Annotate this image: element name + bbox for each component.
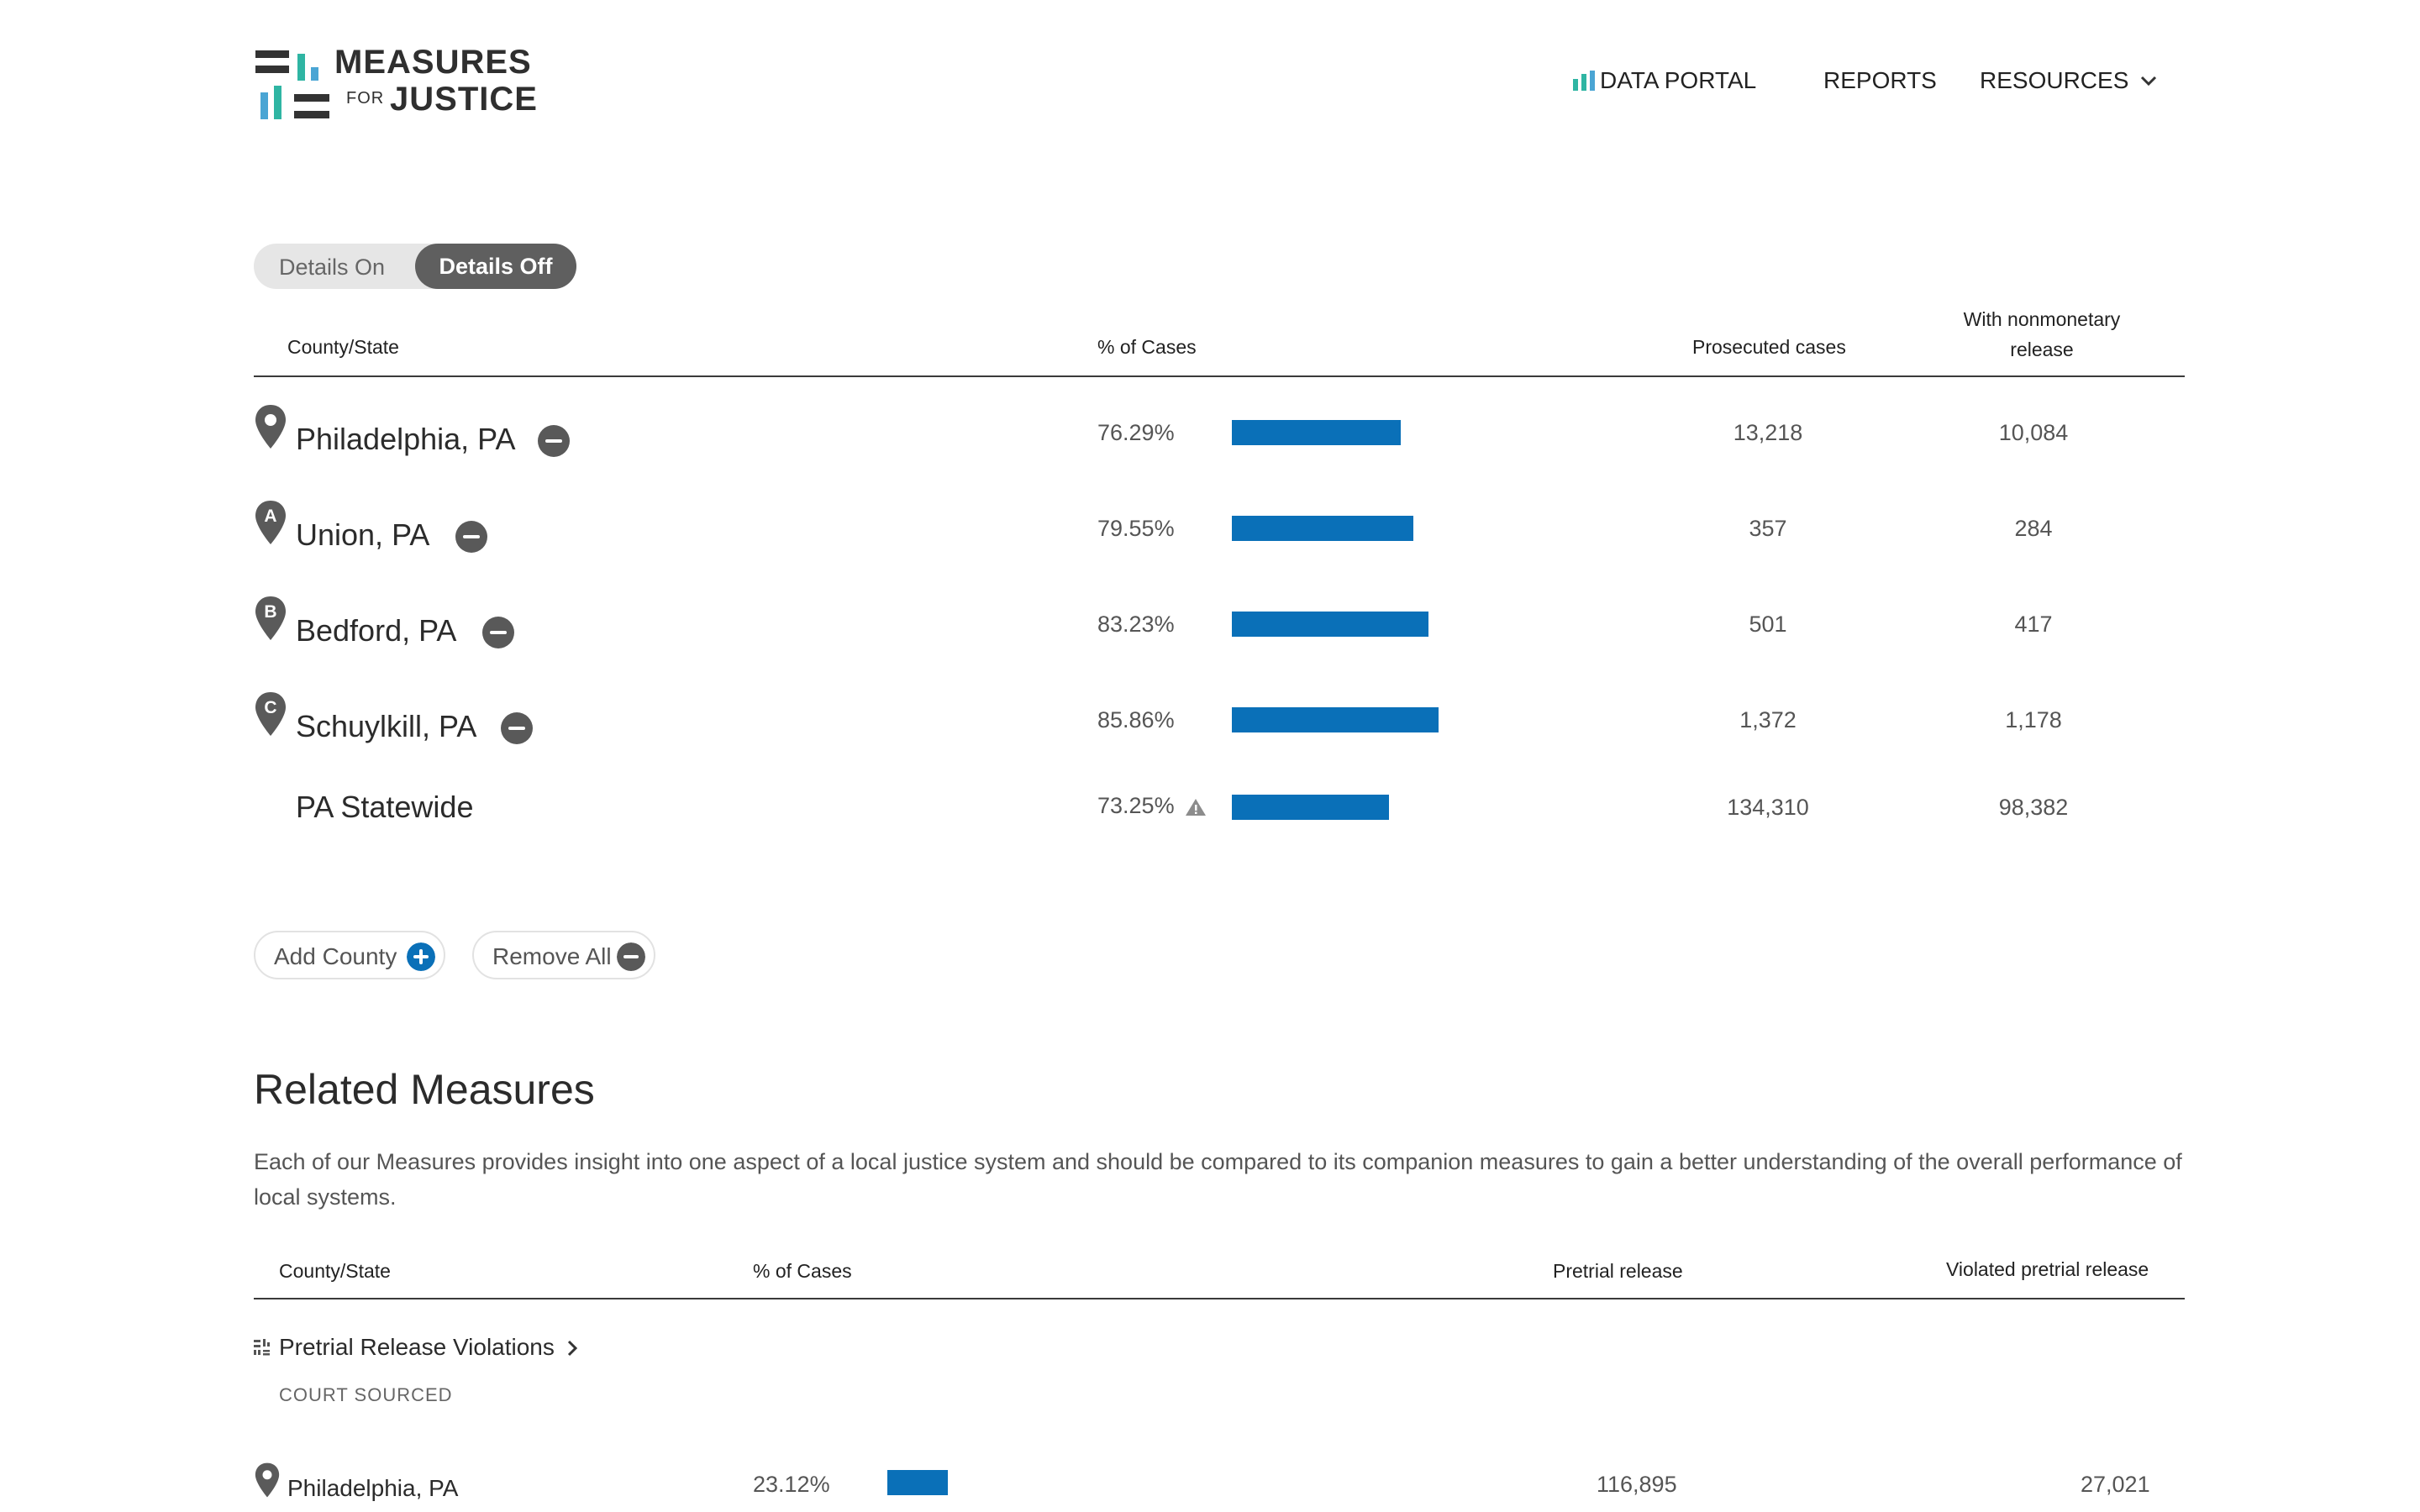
prosecuted-value: 1,372 (1739, 707, 1797, 732)
nonmonetary-value: 10,084 (1998, 420, 2069, 445)
logo-for: FOR (346, 89, 385, 108)
county-name: Bedford, PA (296, 613, 457, 648)
nav-reports[interactable]: REPORTS (1823, 67, 1937, 94)
col-nonmonetary-line2: release (2010, 339, 2074, 360)
prosecuted-value: 134,310 (1727, 795, 1809, 820)
col-nonmonetary-release: With nonmonetary release (1933, 304, 2151, 365)
col-prosecuted-cases: Prosecuted cases (1692, 336, 1846, 358)
col-nonmonetary-line1: With nonmonetary (1963, 308, 2121, 330)
pin-letter: C (264, 698, 276, 717)
nonmonetary-value: 98,382 (1998, 795, 2069, 820)
remove-county-icon[interactable] (482, 617, 514, 648)
chevron-right-icon[interactable] (566, 1339, 578, 1357)
pretrial-value: 116,895 (1597, 1472, 1677, 1497)
remove-county-icon[interactable] (538, 425, 570, 457)
add-county-button[interactable]: Add County (254, 931, 445, 979)
prosecuted-value: 357 (1749, 516, 1787, 541)
measure-link-pretrial-violations[interactable]: Pretrial Release Violations (279, 1334, 555, 1361)
pct-value: 23.12% (753, 1472, 830, 1497)
related-measures-heading: Related Measures (254, 1066, 595, 1113)
nonmonetary-value: 1,178 (2005, 707, 2062, 732)
nav-data-portal[interactable]: DATA PORTAL (1600, 67, 1756, 94)
logo-line1: MEASURES (334, 44, 532, 81)
pct-value: 73.25% (1097, 793, 1175, 818)
table-row: C Schuylkill, PA 85.86% 1,372 1,178 (0, 689, 2420, 781)
pct-bar (1232, 795, 1390, 820)
chevron-down-icon[interactable] (2139, 74, 2158, 87)
location-pin-icon (255, 1462, 280, 1498)
location-pin-icon (255, 405, 286, 449)
location-pin-a-icon: A (255, 501, 286, 544)
pct-value: 76.29% (1097, 420, 1175, 445)
remove-all-label: Remove All (492, 943, 612, 969)
pct-bar (1232, 516, 1414, 541)
related-col-violated-pretrial: Violated pretrial release (1946, 1258, 2149, 1280)
add-county-label: Add County (274, 943, 397, 969)
details-off-option[interactable]: Details Off (415, 244, 576, 289)
table-row: A Union, PA 79.55% 357 284 (0, 497, 2420, 590)
pin-letter: A (264, 507, 276, 526)
minus-circle-icon (617, 942, 645, 971)
prosecuted-value: 501 (1749, 612, 1787, 637)
table-row: Philadelphia, PA 76.29% 13,218 10,084 (0, 402, 2420, 494)
col-county-state: County/State (287, 336, 399, 358)
county-name: Philadelphia, PA (287, 1475, 459, 1501)
pct-value: 83.23% (1097, 612, 1175, 637)
table-header-divider (254, 375, 2185, 377)
related-col-pretrial-release: Pretrial release (1553, 1260, 1683, 1282)
plus-circle-icon (407, 942, 435, 971)
table-row-statewide: PA Statewide 73.25% 134,310 98,382 (0, 776, 2420, 869)
violated-value: 27,021 (2081, 1472, 2150, 1497)
nonmonetary-value: 417 (2014, 612, 2053, 637)
county-name: Philadelphia, PA (296, 422, 516, 456)
prosecuted-value: 13,218 (1733, 420, 1803, 445)
pin-letter: B (264, 602, 276, 622)
related-col-pct-cases: % of Cases (753, 1260, 852, 1282)
related-col-county-state: County/State (279, 1260, 391, 1282)
related-pct-bar (887, 1470, 948, 1495)
pct-value: 85.86% (1097, 707, 1175, 732)
remove-county-icon[interactable] (501, 712, 533, 744)
source-badge: COURT SOURCED (279, 1384, 453, 1405)
remove-county-icon[interactable] (455, 521, 487, 553)
county-name: PA Statewide (296, 790, 474, 824)
nonmonetary-value: 284 (2014, 516, 2053, 541)
related-header-divider (254, 1298, 2185, 1299)
pct-bar (1232, 707, 1439, 732)
location-pin-c-icon: C (255, 692, 286, 736)
logo-line2: JUSTICE (390, 81, 538, 118)
warning-icon[interactable] (1185, 798, 1207, 816)
remove-all-button[interactable]: Remove All (472, 931, 655, 979)
logo-mark-icon (255, 50, 329, 119)
details-on-option[interactable]: Details On (279, 255, 385, 281)
related-measures-description: Each of our Measures provides insight in… (254, 1149, 2182, 1210)
measure-grid-icon (254, 1339, 270, 1356)
details-toggle[interactable]: Details On Details Off (254, 244, 576, 289)
pct-value: 79.55% (1097, 516, 1175, 541)
location-pin-b-icon: B (255, 596, 286, 640)
col-pct-cases: % of Cases (1097, 336, 1197, 358)
county-name: Schuylkill, PA (296, 709, 477, 743)
county-name: Union, PA (296, 517, 430, 552)
nav-resources[interactable]: RESOURCES (1980, 67, 2128, 94)
pct-bar (1232, 420, 1402, 445)
table-row: B Bedford, PA 83.23% 501 417 (0, 593, 2420, 685)
data-portal-icon (1573, 71, 1595, 91)
pct-bar (1232, 612, 1428, 637)
